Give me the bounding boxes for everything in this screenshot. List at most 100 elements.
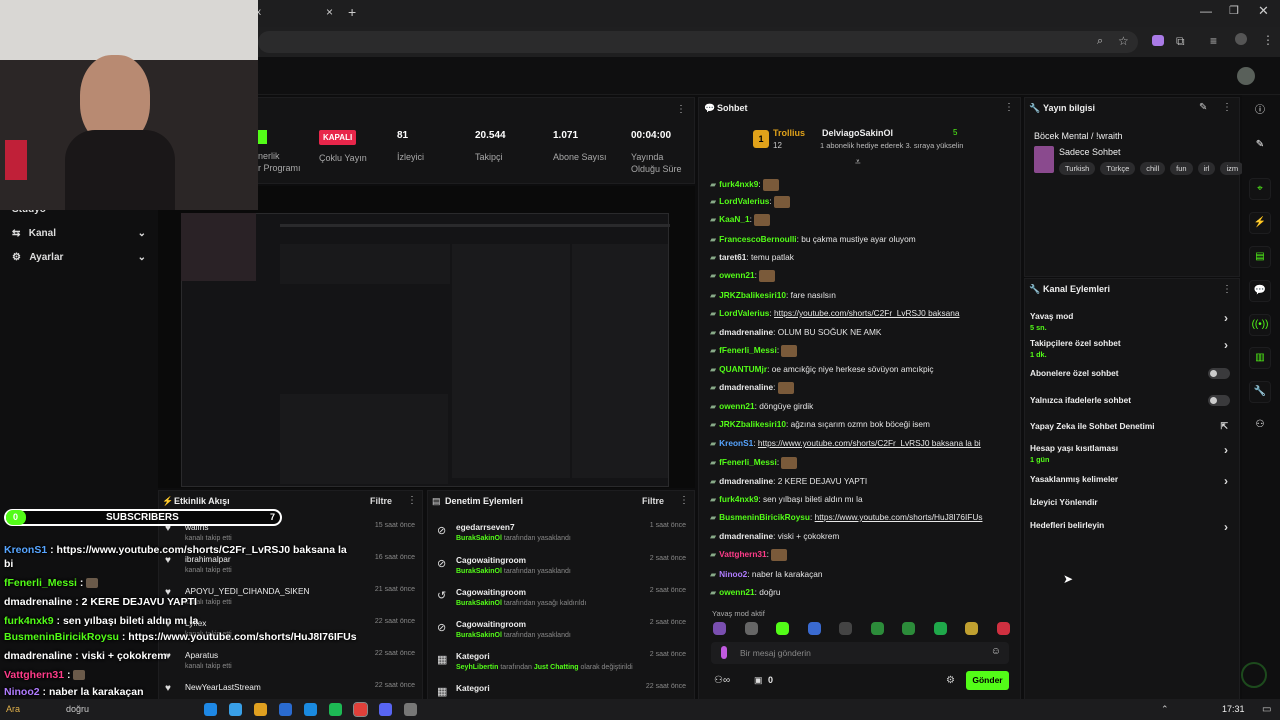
minimize-icon[interactable]: — [1200, 4, 1212, 18]
steam-icon[interactable] [404, 703, 417, 716]
lightning-icon[interactable]: ⚡ [1249, 212, 1271, 234]
chat-settings-icon[interactable]: ⚙ [946, 675, 955, 686]
chat-username[interactable]: fFenerli_Messi [719, 457, 777, 467]
channel-action-item[interactable]: Yavaş mod 5 sn. › [1030, 311, 1230, 332]
chat-username[interactable]: fFenerli_Messi [719, 345, 777, 355]
emote-button[interactable] [965, 622, 978, 635]
profile-avatar[interactable] [1235, 33, 1247, 45]
channel-action-item[interactable]: Abonelere özel sohbet [1030, 368, 1230, 379]
emote-button[interactable] [839, 622, 852, 635]
notification-icon[interactable]: ▭ [1262, 704, 1271, 715]
chat-username[interactable]: dmadrenaline [719, 327, 773, 337]
moderator-name[interactable]: BurakSakinOl [456, 568, 502, 575]
moderator-name[interactable]: BurakSakinOl [456, 632, 502, 639]
chat-username[interactable]: BusmeninBiricikRoysu [719, 512, 810, 522]
channel-action-item[interactable]: İzleyici Yönlendir [1030, 497, 1230, 507]
tray-chevron-icon[interactable]: ⌃ [1161, 704, 1169, 715]
collapse-icon[interactable]: ⩡ [855, 157, 861, 168]
moderator-name[interactable]: SeyhLibertin [456, 664, 498, 671]
emote-button[interactable] [933, 622, 947, 635]
chat-username[interactable]: furk4nxk9 [719, 179, 758, 189]
moderation-more-icon[interactable]: ⋮ [679, 495, 689, 506]
weather-widget[interactable]: Ara [6, 704, 20, 714]
extension-icon[interactable] [1152, 35, 1164, 46]
close-window-icon[interactable]: ✕ [1258, 3, 1269, 19]
moderation-filter-button[interactable]: Filtre [642, 496, 664, 506]
moderator-name[interactable]: BurakSakinOl [456, 535, 502, 542]
chat-username[interactable]: dmadrenaline [719, 531, 773, 541]
stream-tag[interactable]: Türkçe [1100, 162, 1136, 175]
toggle-switch[interactable] [1208, 395, 1230, 406]
actions-more-icon[interactable]: ⋮ [1222, 284, 1232, 295]
stream-tag[interactable]: irl [1197, 162, 1216, 175]
wrench-icon[interactable]: 🔧 [1249, 381, 1271, 403]
copilot-icon[interactable] [229, 703, 242, 716]
tab-close-icon[interactable]: × [326, 5, 333, 19]
emote-button[interactable] [996, 622, 1010, 635]
activity-username[interactable]: APOYU_YEDI_CIHANDA_SIKEN [185, 586, 310, 596]
chat-username[interactable]: owenn21 [719, 270, 755, 280]
moderation-target[interactable]: Kategori [456, 651, 490, 661]
activity-username[interactable]: NewYearLastStream [185, 682, 261, 692]
chat-username[interactable]: dmadrenaline [719, 476, 773, 486]
nav-kanal[interactable]: ⇆ Kanal ⌄ [12, 228, 146, 239]
chat-username[interactable]: owenn21 [719, 587, 755, 597]
stream-tag[interactable]: Turkish [1059, 162, 1096, 175]
chat-username[interactable]: owenn21 [719, 401, 755, 411]
users-icon[interactable]: ⚇ [1249, 415, 1271, 437]
maximize-icon[interactable]: ❐ [1229, 4, 1239, 17]
channel-action-item[interactable]: Takipçilere özel sohbet 1 dk. › [1030, 338, 1230, 359]
activity-more-icon[interactable]: ⋮ [407, 495, 417, 506]
channel-action-item[interactable]: Yasaklanmış kelimeler › [1030, 474, 1230, 488]
emote-button[interactable] [776, 622, 789, 635]
chat-username[interactable]: Ninoo2 [719, 569, 747, 579]
edit-icon[interactable]: ✎ [1199, 102, 1207, 113]
category-name[interactable]: Sadece Sohbet [1059, 147, 1121, 157]
gift-icon[interactable]: ▣ [754, 675, 763, 686]
media-control-icon[interactable]: ≡ [1210, 34, 1217, 48]
emote-button[interactable] [713, 622, 726, 635]
pinned-user-2[interactable]: DelviagoSakinOl [822, 128, 893, 138]
moderation-target[interactable]: egedarrseven7 [456, 522, 515, 532]
edit-icon[interactable]: ✎ [1249, 135, 1271, 157]
chat-username[interactable]: LordValerius [719, 196, 769, 206]
moderator-name[interactable]: BurakSakinOl [456, 600, 502, 607]
chat-username[interactable]: FrancescoBernoulli [719, 234, 796, 244]
discord-icon[interactable] [379, 703, 392, 716]
chat-username[interactable]: KreonS1 [719, 438, 753, 448]
chat-icon[interactable]: 💬 [1249, 280, 1271, 302]
stream-tag[interactable]: fun [1170, 162, 1193, 175]
emote-button[interactable] [902, 622, 915, 635]
nav-ayarlar[interactable]: ⚙ Ayarlar ⌄ [12, 252, 146, 263]
chrome-icon[interactable] [353, 702, 368, 717]
stream-tag[interactable]: izm [1220, 162, 1245, 175]
info-more-icon[interactable]: ⋮ [1222, 102, 1232, 113]
chat-username[interactable]: dmadrenaline [719, 382, 773, 392]
url-field[interactable] [258, 31, 1138, 53]
chat-username[interactable]: JRKZbalikesiri10 [719, 290, 786, 300]
chat-username[interactable]: JRKZbalikesiri10 [719, 419, 786, 429]
broadcast-icon[interactable]: ((•)) [1249, 314, 1271, 336]
crop-icon[interactable]: ⌖ [1249, 178, 1271, 200]
moderation-target[interactable]: Cagowaitingroom [456, 555, 526, 565]
activity-username[interactable]: Aparatus [185, 650, 218, 660]
chat-username[interactable]: Vattghern31 [719, 549, 767, 559]
emote-button[interactable] [744, 622, 758, 635]
stream-tag[interactable]: chill [1140, 162, 1166, 175]
zoom-icon[interactable]: ⌕ [1097, 35, 1103, 48]
emoji-icon[interactable]: ☺ [991, 646, 1001, 657]
spotify-icon[interactable] [329, 703, 342, 716]
document-icon[interactable]: ▤ [1249, 246, 1271, 268]
chat-more-icon[interactable]: ⋮ [1004, 102, 1014, 113]
toggle-switch[interactable] [1208, 368, 1230, 379]
more-icon[interactable]: ⋮ [676, 104, 686, 115]
pinned-user-1[interactable]: Trollius [773, 128, 805, 138]
send-button[interactable]: Gönder [966, 671, 1009, 690]
edge-icon[interactable] [204, 703, 217, 716]
folder-icon[interactable] [254, 703, 267, 716]
moderation-target[interactable]: Cagowaitingroom [456, 587, 526, 597]
moderation-target[interactable]: Kategori [456, 683, 490, 693]
mail-icon[interactable] [279, 703, 292, 716]
layout-icon[interactable]: ▥ [1249, 347, 1271, 369]
bookmark-star-icon[interactable]: ☆ [1118, 34, 1129, 48]
